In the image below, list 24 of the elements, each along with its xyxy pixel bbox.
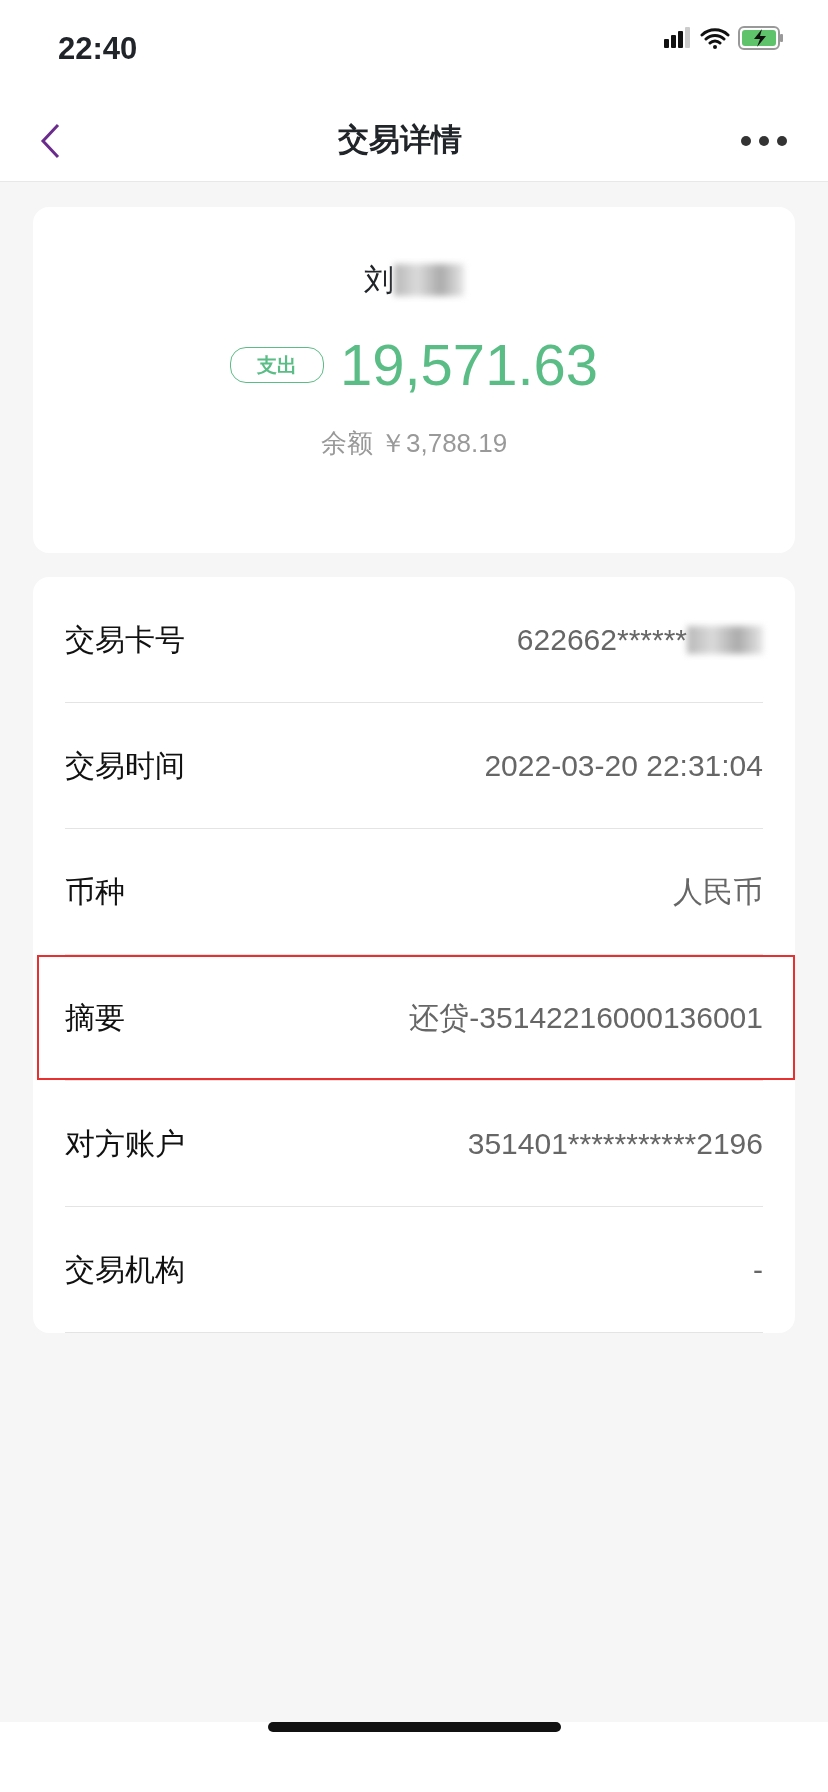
detail-label: 对方账户 (65, 1126, 185, 1162)
amount-text: 19,571.63 (340, 336, 598, 394)
detail-value: - (753, 1252, 763, 1288)
detail-value: 2022-03-20 22:31:04 (484, 748, 763, 784)
detail-value: 351401***********2196 (467, 1126, 763, 1162)
detail-label: 币种 (65, 874, 125, 910)
detail-label: 交易时间 (65, 748, 185, 784)
detail-label: 交易卡号 (65, 622, 185, 658)
detail-value: 还贷-35142216000136001 (409, 1000, 763, 1036)
signal-icon (664, 27, 692, 49)
detail-value: 人民币 (673, 874, 763, 910)
balance-text: 余额 ￥3,788.19 (319, 427, 509, 460)
wifi-icon (700, 27, 730, 49)
detail-label: 摘要 (65, 1000, 125, 1036)
payee-name: 刘 (364, 262, 394, 298)
detail-label: 交易机构 (65, 1252, 185, 1288)
blurred-area (394, 263, 464, 296)
status-time: 22:40 (58, 30, 138, 68)
expense-tag: 支出 (230, 347, 324, 383)
back-icon[interactable] (40, 122, 60, 159)
page-title: 交易详情 (338, 121, 462, 160)
more-icon[interactable] (740, 134, 788, 147)
battery-icon (738, 26, 784, 50)
detail-value: 622662****** (516, 622, 687, 658)
